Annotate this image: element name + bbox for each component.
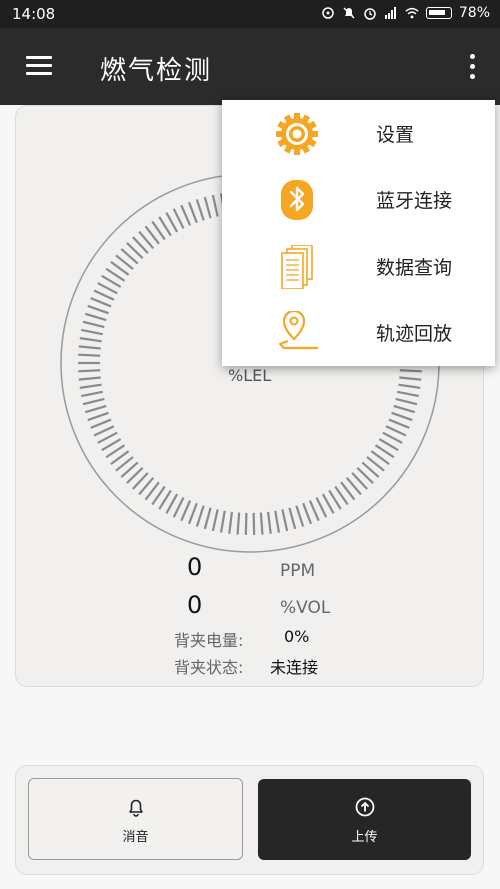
gauge-tick [80, 390, 104, 398]
gauge-tick [187, 502, 198, 525]
gauge-tick [395, 397, 418, 406]
gauge-tick [203, 196, 212, 219]
gauge-tick [97, 431, 118, 444]
gauge-tick [195, 199, 205, 221]
gauge-tick [84, 404, 107, 414]
gauge-tick [391, 411, 413, 422]
documents-icon [281, 245, 313, 289]
menu-item-bluetooth[interactable]: 蓝牙连接 [222, 166, 495, 232]
wifi-icon [405, 7, 419, 19]
gauge-tick [172, 496, 185, 518]
gauge-tick [288, 507, 297, 530]
backpack-status-label: 背夹状态: [174, 658, 244, 677]
gauge-tick [87, 304, 109, 315]
battery-icon [425, 7, 452, 19]
upload-icon [355, 797, 374, 817]
backpack-battery-label: 背夹电量: [174, 631, 244, 650]
gauge-tick [399, 369, 422, 373]
gauge-tick [80, 328, 104, 336]
gauge-tick [79, 337, 102, 343]
gear-icon [276, 113, 318, 155]
menu-item-track-playback[interactable]: 轨迹回放 [222, 299, 495, 365]
gauge-tick [219, 510, 226, 533]
gauge-tick [78, 369, 101, 373]
vol-value: 0 [187, 591, 203, 619]
gauge-tick [78, 345, 101, 350]
status-bar: 14:08 78% [0, 0, 500, 28]
gauge-tick [180, 204, 192, 226]
gauge-tick [172, 208, 185, 230]
gauge-tick [93, 425, 115, 437]
gauge-tick [228, 511, 234, 534]
mute-button[interactable]: 消音 [28, 778, 243, 860]
bluetooth-icon [281, 180, 313, 220]
gauge-tick [396, 390, 420, 398]
sync-icon [322, 7, 334, 19]
alarm-icon [364, 8, 376, 20]
backpack-status-value: 未连接 [270, 658, 319, 677]
gauge-tick [236, 512, 241, 535]
gauge-tick [385, 425, 407, 437]
menu-item-data-query[interactable]: 数据查询 [222, 233, 495, 299]
gauge-tick [211, 509, 219, 532]
more-options-icon[interactable] [468, 54, 476, 80]
gauge-tick [90, 418, 112, 429]
signal-icon [384, 7, 396, 19]
gauge-tick [399, 376, 422, 381]
gauge-tick [315, 496, 328, 518]
gauge-tick [82, 320, 105, 329]
gauge-tick [302, 502, 313, 525]
bell-icon [128, 799, 143, 817]
gauge-tick [382, 431, 403, 444]
gauge-tick [393, 404, 416, 414]
gauge-tick [398, 383, 421, 389]
gauge-tick [84, 312, 107, 322]
gauge-tick [97, 282, 118, 295]
ppm-unit: PPM [280, 561, 316, 581]
gauge-tick [259, 512, 264, 535]
menu-item-label: 蓝牙连接 [376, 190, 453, 212]
menu-item-settings[interactable]: 设置 [222, 100, 495, 166]
backpack-battery-value: 0% [284, 627, 310, 646]
gauge-tick [274, 510, 281, 533]
gauge-tick [388, 418, 410, 429]
menu-item-label: 数据查询 [376, 257, 453, 279]
menu-item-label: 轨迹回放 [376, 323, 453, 345]
gauge-tick [90, 297, 112, 308]
gauge-tick [180, 500, 192, 522]
upload-button-label: 上传 [351, 830, 378, 845]
gauge-tick [266, 511, 272, 534]
mute-bell-icon [343, 7, 355, 19]
gauge-tick [211, 194, 219, 217]
upload-button[interactable]: 上传 [258, 779, 471, 860]
gauge-tick [93, 289, 115, 301]
page-title: 燃气检测 [100, 56, 213, 86]
gauge-tick [244, 512, 248, 535]
gauge-tick [78, 376, 101, 381]
vol-unit: %VOL [280, 598, 331, 618]
gauge-tick [295, 505, 305, 527]
location-track-icon [278, 311, 318, 350]
gauge-tick [203, 507, 212, 530]
ppm-value: 0 [187, 553, 203, 581]
gauge-tick [187, 201, 198, 224]
gauge-tick [281, 509, 289, 532]
gauge-tick [78, 353, 101, 357]
overflow-menu: 设置 蓝牙连接 数据查询 轨迹回放 [222, 100, 495, 366]
gauge-tick [79, 383, 102, 389]
gauge-tick [82, 397, 105, 406]
gauge-tick [308, 500, 320, 522]
status-icons: 78% [321, 5, 490, 21]
menu-item-label: 设置 [376, 124, 415, 146]
gauge-tick [195, 505, 205, 527]
battery-percent: 78% [458, 5, 490, 21]
gauge-unit-label: %LEL [228, 366, 272, 385]
gauge-tick [87, 411, 109, 422]
gauge-tick [252, 512, 256, 535]
menu-hamburger-icon[interactable] [26, 56, 52, 76]
app-bar: 燃气检测 [0, 28, 500, 105]
mute-button-label: 消音 [122, 830, 149, 845]
status-time: 14:08 [12, 5, 56, 23]
